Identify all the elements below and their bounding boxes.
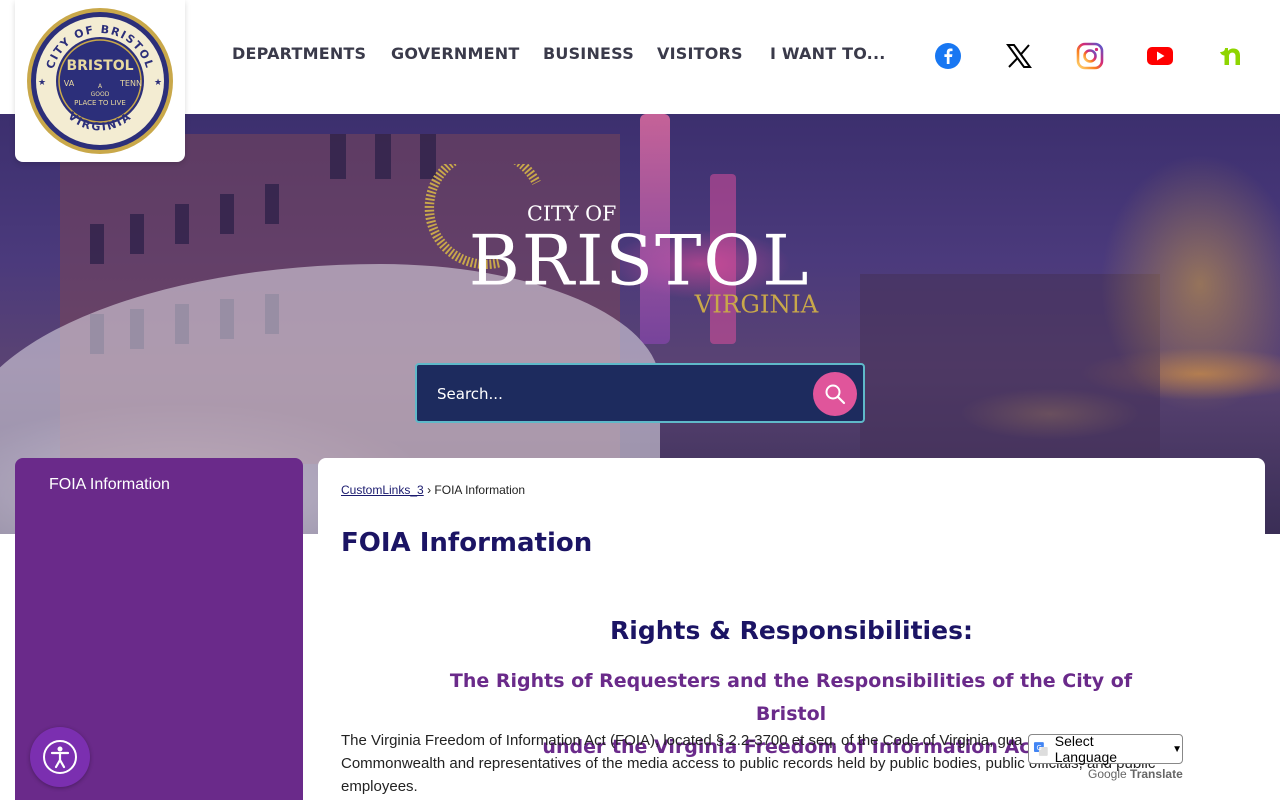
search-input[interactable] [437, 382, 807, 406]
sub-heading-line-1: The Rights of Requesters and the Respons… [449, 670, 1133, 725]
sidebar-item-foia[interactable]: FOIA Information [49, 476, 170, 494]
site-search [415, 363, 865, 423]
svg-text:★: ★ [38, 77, 46, 87]
nav-business[interactable]: BUSINESS [543, 44, 634, 63]
breadcrumb-current: FOIA Information [434, 483, 526, 497]
breadcrumb-separator: › [427, 483, 432, 497]
search-button[interactable] [813, 372, 857, 416]
city-seal-logo[interactable]: CITY OF BRISTOL VIRGINIA BRISTOL VA TENN… [15, 0, 185, 162]
breadcrumb-link[interactable]: CustomLinks_3 [341, 483, 424, 497]
seal-name: BRISTOL [66, 58, 133, 74]
accessibility-button[interactable] [30, 727, 90, 787]
search-icon [825, 384, 846, 405]
instagram-icon[interactable] [1076, 42, 1104, 70]
chevron-down-icon: ▼ [1172, 743, 1182, 755]
city-seal: CITY OF BRISTOL VIRGINIA BRISTOL VA TENN… [27, 8, 173, 154]
svg-text:G: G [1036, 744, 1041, 752]
translate-label[interactable]: Translate [1130, 767, 1183, 781]
site-header: DEPARTMENTS GOVERNMENT BUSINESS VISITORS… [0, 0, 1280, 114]
powered-by-google: Google Translate [1088, 767, 1183, 781]
accessibility-icon [43, 740, 77, 774]
seal-motto1: GOOD [91, 91, 110, 98]
nav-government[interactable]: GOVERNMENT [391, 44, 519, 63]
section-heading: Rights & Responsibilities: [610, 616, 973, 645]
breadcrumb: CustomLinks_3 › FOIA Information [341, 483, 525, 497]
language-select-label: Select Language [1054, 733, 1118, 765]
city-of-bristol-logo: CITY OF BRISTOL VIRGINIA [424, 164, 819, 319]
seal-left: VA [64, 79, 75, 88]
google-translate-icon: G [1033, 742, 1048, 756]
page-title: FOIA Information [341, 528, 593, 558]
google-label: Google [1088, 767, 1127, 781]
svg-text:★: ★ [154, 77, 162, 87]
seal-motto2: PLACE TO LIVE [74, 99, 126, 107]
language-select[interactable]: G Select Language ▼ [1028, 733, 1183, 765]
seal-right: TENN [119, 79, 142, 88]
x-icon[interactable] [1005, 42, 1033, 70]
facebook-icon[interactable] [934, 42, 962, 70]
nextdoor-icon[interactable] [1217, 42, 1245, 70]
hero-virginia: VIRGINIA [694, 290, 819, 319]
nav-i-want-to[interactable]: I WANT TO... [770, 44, 886, 63]
tree-lights [1100, 154, 1280, 414]
youtube-icon[interactable] [1146, 42, 1174, 70]
nav-departments[interactable]: DEPARTMENTS [232, 44, 366, 63]
nav-visitors[interactable]: VISITORS [657, 44, 743, 63]
